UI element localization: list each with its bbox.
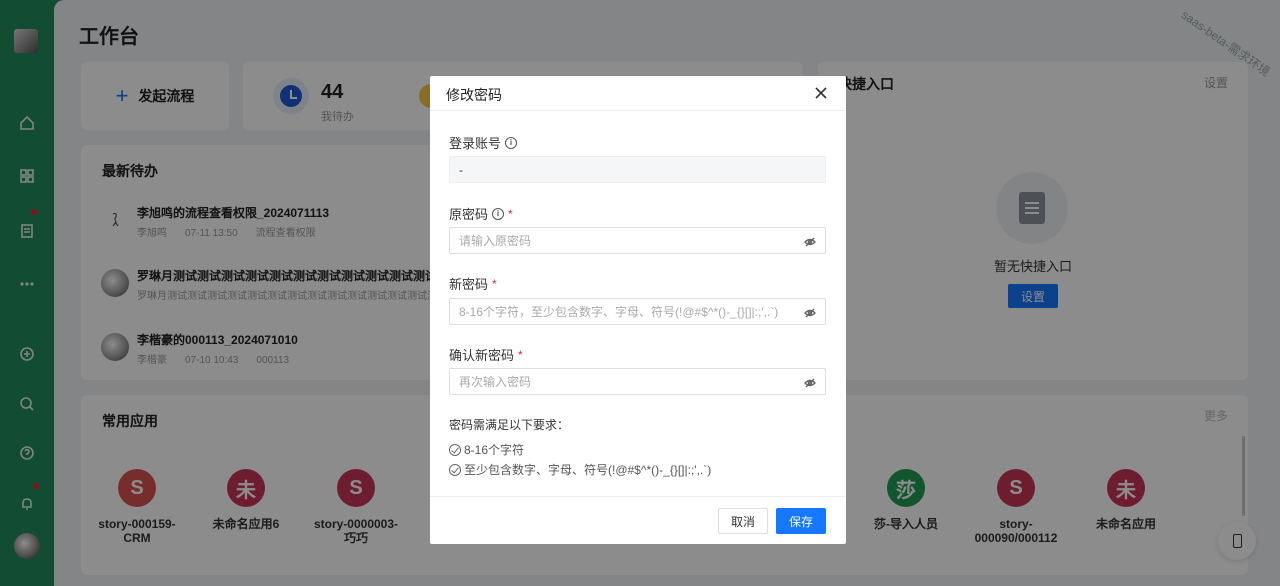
change-password-dialog: 修改密码 登录账号 i - 原密码 i * 新密码 * 确认新密码 * 密码需满… xyxy=(430,76,846,544)
old-password-input[interactable] xyxy=(459,233,789,249)
required-mark: * xyxy=(508,206,513,221)
account-value: - xyxy=(459,163,463,177)
dialog-header: 修改密码 xyxy=(430,76,846,111)
close-icon[interactable] xyxy=(814,86,828,100)
check-circle-icon xyxy=(449,463,461,476)
new-password-label: 新密码 * xyxy=(449,276,497,293)
required-mark: * xyxy=(492,276,497,291)
confirm-password-label: 确认新密码 * xyxy=(449,347,523,364)
confirm-password-input[interactable] xyxy=(459,374,789,390)
check-circle-icon xyxy=(449,443,461,456)
account-field: - xyxy=(449,156,826,183)
eye-hidden-icon[interactable] xyxy=(804,306,816,318)
cancel-button[interactable]: 取消 xyxy=(718,508,768,534)
old-password-label: 原密码 i * xyxy=(449,206,513,223)
confirm-password-field[interactable] xyxy=(449,368,826,395)
dialog-title: 修改密码 xyxy=(446,87,502,103)
password-rule: 至少包含数字、字母、符号(!@#$^*()-_{}[]|:;',.`) xyxy=(449,461,711,478)
info-icon[interactable]: i xyxy=(505,136,518,149)
new-password-input[interactable] xyxy=(459,304,789,320)
password-rules-title: 密码需满足以下要求： xyxy=(449,418,570,432)
old-password-field[interactable] xyxy=(449,227,826,254)
new-password-field[interactable] xyxy=(449,298,826,325)
info-icon[interactable]: i xyxy=(492,207,505,220)
required-mark: * xyxy=(518,347,523,362)
eye-hidden-icon[interactable] xyxy=(804,376,816,388)
password-rule: 8-16个字符 xyxy=(449,441,524,458)
dialog-footer: 取消 保存 xyxy=(430,496,846,544)
account-label: 登录账号 i xyxy=(449,133,518,152)
eye-hidden-icon[interactable] xyxy=(804,235,816,247)
save-button[interactable]: 保存 xyxy=(776,508,826,534)
